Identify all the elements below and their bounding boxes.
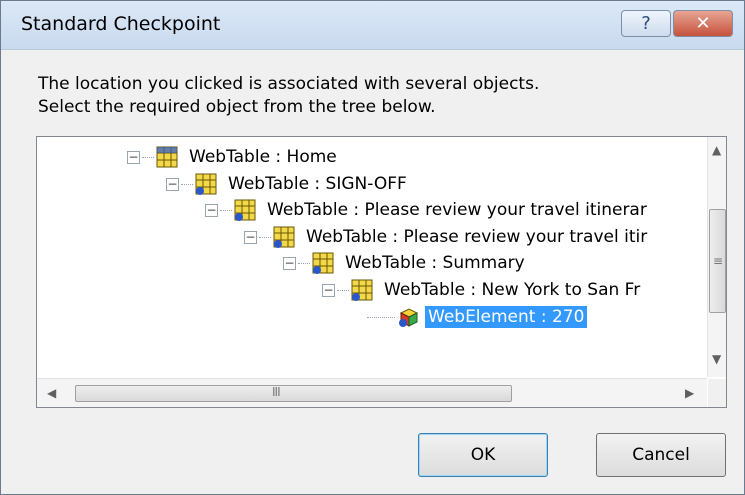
tree-connector bbox=[220, 209, 232, 211]
webtable-icon bbox=[312, 252, 334, 274]
scroll-up-icon[interactable]: ▲ bbox=[712, 143, 721, 157]
tree-item-label: WebTable : Home bbox=[189, 147, 337, 167]
tree-item-webtable-review-2[interactable]: − WebTable : Please review your travel i… bbox=[244, 224, 650, 250]
cancel-button[interactable]: Cancel bbox=[596, 433, 726, 477]
vertical-scrollbar[interactable]: ▲ ≡ ▼ bbox=[707, 137, 726, 377]
tree-connector bbox=[142, 156, 154, 158]
webtable-icon bbox=[234, 199, 256, 221]
tree-item-webtable-newyork[interactable]: − WebTable : New York to San Fr bbox=[322, 277, 643, 303]
webtable-icon bbox=[273, 226, 295, 248]
tree-connector bbox=[259, 236, 271, 238]
tree-item-label: WebTable : New York to San Fr bbox=[384, 280, 641, 300]
webtable-icon bbox=[351, 279, 373, 301]
instruction-line-1: The location you clicked is associated w… bbox=[38, 74, 540, 94]
webtable-icon bbox=[195, 173, 217, 195]
grip-icon: III bbox=[272, 385, 281, 399]
collapse-icon[interactable]: − bbox=[283, 256, 296, 270]
standard-checkpoint-dialog: Standard Checkpoint ? ✕ The location you… bbox=[0, 0, 745, 495]
tree-viewport: − WebTable : Home − WebTable: SIGN-OFF … bbox=[37, 137, 707, 377]
tree-connector bbox=[367, 316, 395, 318]
close-icon: ✕ bbox=[695, 13, 711, 34]
collapse-icon[interactable]: − bbox=[322, 283, 335, 297]
collapse-icon[interactable]: − bbox=[127, 150, 140, 164]
close-button[interactable]: ✕ bbox=[673, 10, 733, 37]
tree-item-label: WebTable : Please review your travel iti… bbox=[306, 227, 648, 247]
collapse-icon[interactable]: − bbox=[244, 230, 257, 244]
scroll-right-icon[interactable]: ▶ bbox=[685, 386, 694, 400]
object-tree[interactable]: − WebTable : Home − WebTable: SIGN-OFF … bbox=[36, 136, 727, 408]
tree-item-label: WebTable : SIGN-OFF bbox=[228, 174, 407, 194]
tree-connector bbox=[298, 262, 310, 264]
window-title: Standard Checkpoint bbox=[21, 13, 221, 35]
vertical-scroll-thumb[interactable]: ≡ bbox=[709, 209, 726, 313]
tree-item-label: WebTable : Please review your travel iti… bbox=[267, 200, 647, 220]
grip-icon: ≡ bbox=[713, 254, 723, 268]
title-bar[interactable]: Standard Checkpoint ? ✕ bbox=[1, 1, 744, 50]
collapse-icon[interactable]: − bbox=[166, 177, 179, 191]
webtable-icon bbox=[156, 146, 178, 168]
horizontal-scroll-thumb[interactable]: III bbox=[75, 385, 512, 402]
instruction-line-2: Select the required object from the tree… bbox=[38, 97, 436, 117]
tree-item-webtable-sign-off[interactable]: − WebTable : SIGN-OFF bbox=[166, 171, 410, 197]
instruction-text: The location you clicked is associated w… bbox=[38, 73, 539, 119]
tree-item-webtable-summary[interactable]: − WebTable : Summary bbox=[283, 250, 528, 276]
tree-connector bbox=[181, 183, 193, 185]
tree-item-webtable-home[interactable]: − WebTable : Home bbox=[127, 144, 340, 170]
collapse-icon[interactable]: − bbox=[205, 203, 218, 217]
tree-item-webelement-270[interactable]: WebElement : 270 bbox=[367, 304, 588, 330]
tree-item-label: WebTable : Summary bbox=[345, 253, 525, 273]
webelement-icon bbox=[399, 308, 419, 327]
ok-button[interactable]: OK bbox=[418, 433, 548, 477]
tree-item-webtable-review-1[interactable]: − WebTable : Please review your travel i… bbox=[205, 197, 650, 223]
scroll-down-icon[interactable]: ▼ bbox=[712, 352, 721, 366]
scrollbar-corner bbox=[708, 379, 726, 407]
help-icon: ? bbox=[641, 13, 651, 34]
horizontal-scrollbar[interactable]: ◀ III ▶ bbox=[37, 378, 707, 407]
scroll-left-icon[interactable]: ◀ bbox=[47, 386, 56, 400]
tree-item-label: WebElement : 270 bbox=[425, 306, 588, 328]
tree-connector bbox=[337, 289, 349, 291]
help-button[interactable]: ? bbox=[621, 10, 671, 37]
